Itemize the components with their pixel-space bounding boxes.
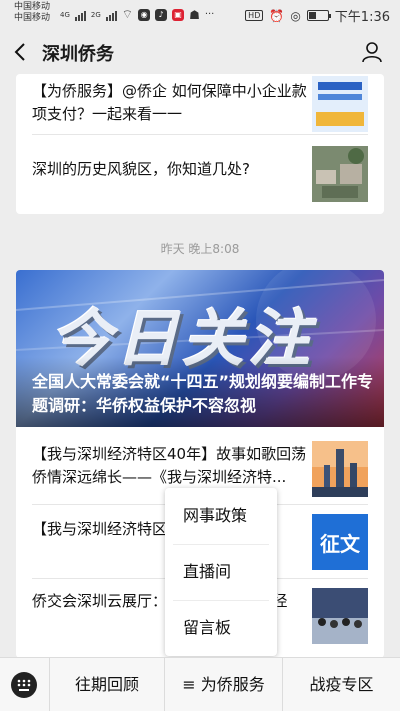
wifi-icon: ⌔ — [121, 7, 134, 21]
article-thumbnail — [312, 76, 368, 132]
menu-button-services[interactable]: ≡ 为侨服务 — [165, 658, 283, 711]
page-title: 深圳侨务 — [42, 44, 114, 65]
submenu-popup: 网事政策 直播间 留言板 — [165, 488, 277, 656]
hd-badge: HD — [245, 10, 264, 21]
carrier-1: 中国移动 — [14, 2, 51, 12]
submenu-item-message-board[interactable]: 留言板 — [165, 600, 277, 656]
alarm-icon: ⏰ — [269, 8, 285, 23]
carrier-2: 中国移动 — [14, 13, 51, 23]
tiktok-icon: ♪ — [155, 8, 168, 21]
article-thumbnail — [312, 441, 368, 497]
menu-button-past-issues[interactable]: 往期回顾 — [50, 658, 165, 711]
status-icons-right: HD ⏰ ◎ 下午1:36 — [245, 6, 390, 25]
article-thumbnail — [312, 588, 368, 644]
article-title: 【我与深圳经济特区40年】故事如歌回荡 侨情深远绵长——《我与深圳经济特... — [32, 445, 307, 486]
thumbnail-label: 征文 — [320, 531, 360, 556]
article-item[interactable]: 【为侨服务】@侨企 如何保障中小企业款项支付？一起来看一一 — [32, 74, 368, 140]
bottom-menu-bar: 往期回顾 ≡ 为侨服务 战疫专区 — [0, 657, 400, 711]
clock: 下午1:36 — [334, 10, 390, 25]
back-icon[interactable] — [10, 38, 34, 66]
submenu-item-policy[interactable]: 网事政策 — [165, 488, 277, 544]
app-header: 深圳侨务 — [0, 30, 400, 74]
article-thumbnail: 征文 — [312, 514, 368, 570]
battery-icon — [306, 10, 331, 21]
article-thumbnail — [312, 146, 368, 202]
app-notify-icon: ▣ — [172, 8, 185, 21]
article-item[interactable]: 深圳的历史风貌区，你知道几处? — [32, 140, 368, 208]
network-1-label: 4G — [60, 10, 70, 19]
network-2-label: 2G — [90, 10, 101, 19]
profile-icon[interactable] — [360, 40, 384, 64]
submenu-item-live[interactable]: 直播间 — [165, 544, 277, 600]
article-card-1: 【为侨服务】@侨企 如何保障中小企业款项支付？一起来看一一 深圳的历史风貌区，你… — [16, 74, 384, 214]
more-dots-icon: ··· — [204, 9, 215, 20]
keyboard-toggle-button[interactable] — [0, 658, 50, 711]
banner-article[interactable]: 今日关注 全国人大常委会就“十四五”规划纲要编制工作专题调研：华侨权益保护不容忽… — [16, 270, 384, 427]
divider — [32, 134, 368, 135]
keyboard-icon — [11, 672, 37, 698]
article-title: 深圳的历史风貌区，你知道几处? — [32, 160, 250, 178]
status-icons-left: 4G 2G ⌔ ◉ ♪ ▣ ☗ ··· — [60, 7, 214, 22]
signal-icon — [74, 9, 86, 21]
signal-2-icon — [105, 9, 117, 21]
menu-button-epidemic[interactable]: 战疫专区 — [283, 658, 400, 711]
eye-icon: ◎ — [290, 8, 301, 23]
message-timestamp: 昨天 晚上8:08 — [160, 242, 240, 256]
qq-icon: ☗ — [189, 7, 200, 22]
status-bar: 中国移动 中国移动 4G 2G ⌔ ◉ ♪ ▣ ☗ ··· HD ⏰ ◎ 下午1… — [0, 0, 400, 30]
banner-title: 全国人大常委会就“十四五”规划纲要编制工作专题调研：华侨权益保护不容忽视 — [32, 372, 374, 415]
article-title: 【为侨服务】@侨企 如何保障中小企业款项支付？一起来看一一 — [32, 82, 307, 123]
carrier-labels: 中国移动 中国移动 — [14, 2, 50, 24]
wechat-notify-icon: ◉ — [138, 8, 151, 21]
